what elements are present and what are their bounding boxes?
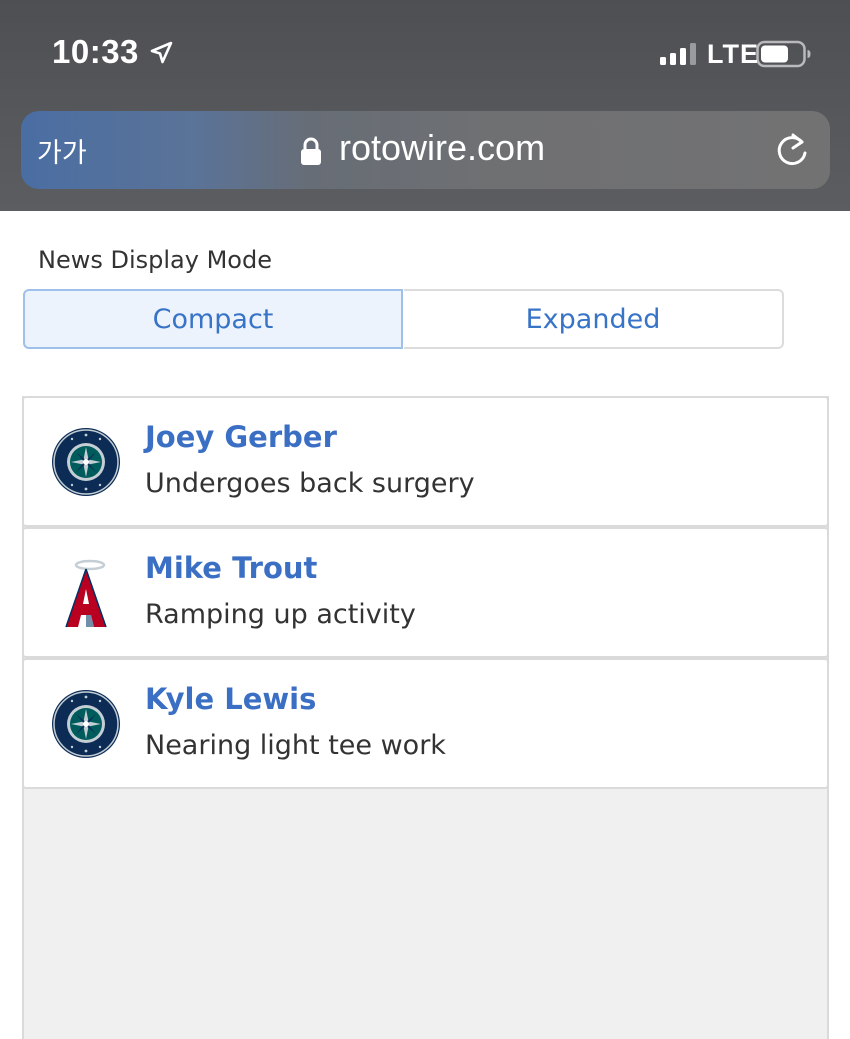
news-item[interactable]: Mike Trout Ramping up activity [22,527,829,658]
location-arrow-icon [150,41,173,64]
reload-icon[interactable] [773,131,811,171]
network-type: LTE [707,39,759,69]
news-item[interactable]: Kyle Lewis Nearing light tee work [22,658,829,789]
expanded-mode-button[interactable]: Expanded [404,289,784,349]
news-headline[interactable]: Nearing light tee work [145,730,446,761]
status-time: 10:33 [52,33,139,70]
news-item[interactable]: Joey Gerber Undergoes back surgery [22,396,829,527]
battery-icon [756,40,811,68]
news-headline[interactable]: Ramping up activity [145,599,416,630]
mariners-logo-icon [52,690,120,758]
address-bar[interactable]: 가가 rotowire.com [21,111,830,189]
text-size-button[interactable]: 가가 [37,131,87,170]
angels-logo-icon [65,559,107,628]
lock-icon [301,137,321,165]
signal-bars-icon [660,43,696,65]
news-headline[interactable]: Undergoes back surgery [145,468,475,499]
player-name-link[interactable]: Kyle Lewis [145,682,316,716]
compact-mode-button[interactable]: Compact [23,289,403,349]
player-name-link[interactable]: Joey Gerber [145,420,337,454]
mariners-logo-icon [52,428,120,496]
news-display-mode-label: News Display Mode [38,246,272,274]
browser-chrome: 10:33 LTE 가가 rotowire.com [0,0,850,211]
player-name-link[interactable]: Mike Trout [145,551,317,585]
url-text[interactable]: rotowire.com [339,127,545,169]
